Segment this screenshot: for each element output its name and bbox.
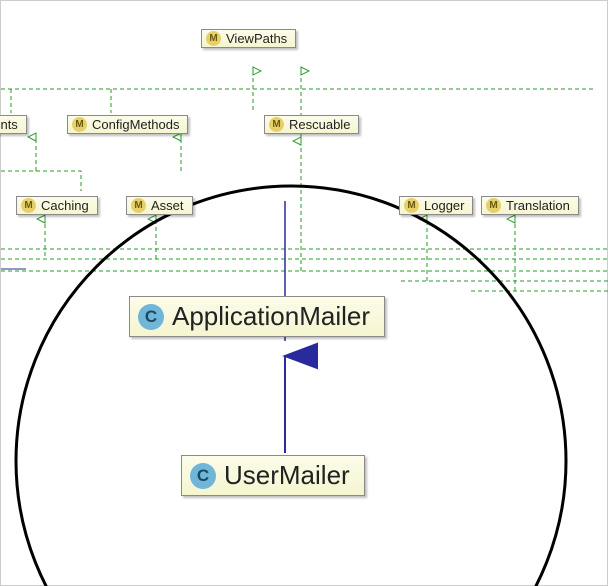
node-label: Caching [41,198,89,213]
node-label: ViewPaths [226,31,287,46]
module-rescuable[interactable]: M Rescuable [264,115,359,134]
module-icon: M [131,198,146,213]
node-label: ApplicationMailer [172,301,370,332]
class-applicationmailer[interactable]: C ApplicationMailer [129,296,385,337]
module-configmethods[interactable]: M ConfigMethods [67,115,188,134]
node-label: nents [0,117,18,132]
class-icon: C [190,463,216,489]
module-icon: M [486,198,501,213]
module-caching[interactable]: M Caching [16,196,98,215]
node-label: Rescuable [289,117,350,132]
node-label: Logger [424,198,464,213]
module-icon: M [269,117,284,132]
node-label: Translation [506,198,570,213]
module-asset-partial[interactable]: M Asset [126,196,193,215]
diagram-connectors [1,1,608,586]
module-logger[interactable]: M Logger [399,196,473,215]
module-partial-left[interactable]: nents [0,115,27,134]
module-icon: M [72,117,87,132]
module-viewpaths[interactable]: M ViewPaths [201,29,296,48]
module-icon: M [404,198,419,213]
module-translation[interactable]: M Translation [481,196,579,215]
module-icon: M [206,31,221,46]
node-label: ConfigMethods [92,117,179,132]
module-icon: M [21,198,36,213]
node-label: UserMailer [224,460,350,491]
class-usermailer[interactable]: C UserMailer [181,455,365,496]
node-label: Asset [151,198,184,213]
class-icon: C [138,304,164,330]
